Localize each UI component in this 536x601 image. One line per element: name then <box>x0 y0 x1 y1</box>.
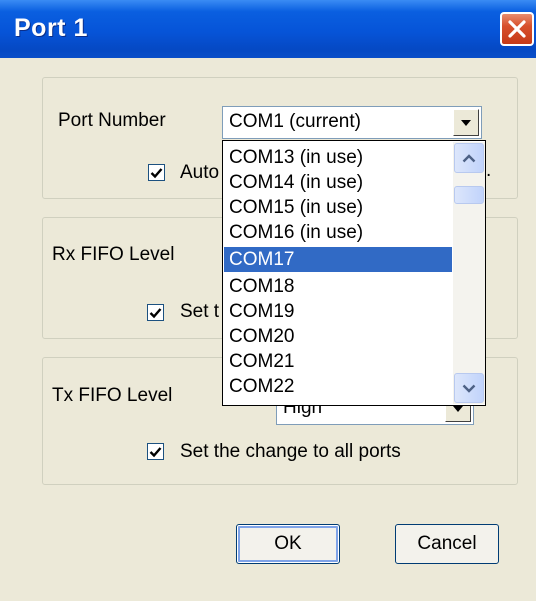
list-item[interactable]: COM22 <box>224 374 452 399</box>
window-title: Port 1 <box>14 14 88 42</box>
list-item[interactable]: COM18 <box>224 274 452 299</box>
tx-set-all-checkbox[interactable] <box>147 443 164 460</box>
auto-checkbox-label: Auto <box>180 162 220 183</box>
checkmark-icon <box>149 307 162 318</box>
list-item-label: COM14 (in use) <box>229 172 364 193</box>
cancel-button[interactable]: Cancel <box>395 524 499 564</box>
rx-fifo-label: Rx FIFO Level <box>52 244 175 265</box>
chevron-down-icon <box>461 119 471 126</box>
list-item-label: COM13 (in use) <box>229 147 364 168</box>
close-button[interactable] <box>500 12 534 46</box>
scroll-thumb[interactable] <box>454 186 484 204</box>
list-item[interactable]: COM21 <box>224 349 452 374</box>
list-item-label: COM15 (in use) <box>229 197 364 218</box>
port-number-select[interactable]: COM1 (current) <box>222 106 482 139</box>
port-number-value: COM1 (current) <box>229 111 361 132</box>
port-dialog: Port 1 Port Number COM1 (current) Auto .… <box>0 0 536 601</box>
scroll-down-button[interactable] <box>454 373 484 403</box>
tx-set-all-label: Set the change to all ports <box>180 441 401 462</box>
dropdown-scrollbar[interactable] <box>453 142 485 404</box>
list-item[interactable]: COM15 (in use) <box>224 195 452 220</box>
list-item-label: COM17 <box>229 249 295 270</box>
port-number-dropdown-button[interactable] <box>453 109 479 136</box>
list-item-label: COM19 <box>229 301 295 322</box>
auto-checkbox[interactable] <box>148 164 165 181</box>
checkmark-icon <box>149 446 162 457</box>
list-item[interactable]: COM20 <box>224 324 452 349</box>
list-item-label: COM22 <box>229 376 295 397</box>
list-item-label: COM18 <box>229 276 295 297</box>
rx-set-all-label: Set t <box>180 301 220 322</box>
title-bar[interactable]: Port 1 <box>0 0 536 58</box>
list-item-selected[interactable]: COM17 <box>224 247 452 272</box>
scroll-up-button[interactable] <box>454 143 484 173</box>
port-number-dropdown-list[interactable]: COM13 (in use) COM14 (in use) COM15 (in … <box>222 140 486 406</box>
port-number-label: Port Number <box>58 110 166 131</box>
rx-set-all-checkbox[interactable] <box>147 304 164 321</box>
partial-text: . <box>486 160 492 181</box>
ok-button[interactable]: OK <box>236 524 340 564</box>
list-item[interactable]: COM14 (in use) <box>224 170 452 195</box>
list-item-label: COM21 <box>229 351 295 372</box>
tx-fifo-label: Tx FIFO Level <box>52 385 173 406</box>
list-item[interactable]: COM13 (in use) <box>224 145 452 170</box>
list-item[interactable]: COM19 <box>224 299 452 324</box>
checkmark-icon <box>150 167 163 178</box>
list-item[interactable]: COM16 (in use) <box>224 220 452 245</box>
list-item-label: COM20 <box>229 326 295 347</box>
close-icon <box>508 20 526 38</box>
chevron-up-icon <box>462 153 476 162</box>
list-item-label: COM16 (in use) <box>229 222 364 243</box>
chevron-down-icon <box>462 384 476 393</box>
